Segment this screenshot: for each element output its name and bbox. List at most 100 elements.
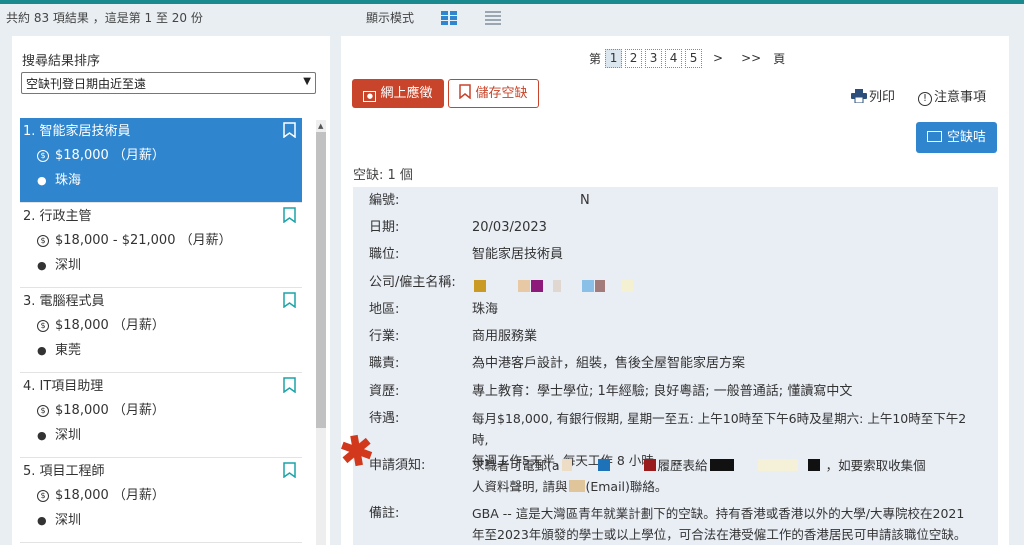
detail-value: N <box>472 190 982 211</box>
job-title: 5. 項目工程師 <box>23 464 105 479</box>
list-view-icon[interactable] <box>484 10 502 26</box>
detail-label: 公司/僱主名稱: <box>369 275 456 290</box>
detail-label: 職責: <box>369 356 400 371</box>
vacancy-card-button[interactable]: 空缺咭 <box>916 122 997 153</box>
application-line-1b: 履歷表給 <box>657 458 708 473</box>
job-salary: $ $18,000 （月薪） <box>23 145 299 170</box>
page-link[interactable]: 5 <box>685 48 703 68</box>
location-pin-icon: ● <box>37 344 47 357</box>
benefits-line-1: 每月$18,000, 有銀行假期, 星期一至五: 上午10時至下午6時及星期六:… <box>472 411 967 447</box>
detail-value: 智能家居技術員 <box>472 247 564 262</box>
results-toolbar: 共約 83 項結果 ，這是第 1 至 20 份 顯示模式 <box>0 4 1024 32</box>
job-location: ● 深圳 <box>23 425 299 450</box>
notice-button[interactable]: ! 注意事項 <box>918 86 986 106</box>
vacancy-count: 空缺: 1 個 <box>353 168 413 183</box>
detail-value: 求職者可電郵(a 履歷表給 ，如要索取收集個 人資料聲明, 請與 (Email)聯絡。 <box>472 455 982 497</box>
detail-value: 商用服務業 <box>472 329 538 344</box>
job-list-item[interactable]: 3. 電腦程式員 $ $18,000 （月薪） ● 東莞 <box>20 288 302 373</box>
job-title: 3. 電腦程式員 <box>23 294 105 309</box>
detail-label: 日期: <box>369 220 400 235</box>
dollar-icon: $ <box>37 150 49 162</box>
job-detail-table: 編號: N 日期: 20/03/2023 職位: 智能家居技術員 公司/僱主名稱… <box>353 187 998 545</box>
result-count: 共約 83 項結果 ，這是第 1 至 20 份 <box>6 11 203 25</box>
pagination: 第 1 2 3 4 5 > >> 頁 <box>585 48 789 68</box>
job-list: 1. 智能家居技術員 $ $18,000 （月薪） ● 珠海 2. 行政主管 $ $1… <box>20 118 302 543</box>
application-line-2a: 人資料聲明, 請與 <box>472 479 568 494</box>
job-location: ● 東莞 <box>23 340 299 365</box>
bookmark-outline-icon <box>459 84 472 100</box>
scrollbar-thumb[interactable] <box>316 132 326 428</box>
job-location: ● 珠海 <box>23 170 299 195</box>
job-salary-text: $18,000 （月薪） <box>55 318 165 333</box>
job-list-panel: 搜尋結果排序 空缺刊登日期由近至遠 ▼ 1. 智能家居技術員 $ $18,000 … <box>12 36 330 545</box>
page-link[interactable]: 3 <box>645 48 663 68</box>
last-page-link[interactable]: >> <box>741 51 761 65</box>
detail-label: 行業: <box>369 329 400 344</box>
detail-label: 申請須知: <box>369 458 426 473</box>
job-location-text: 深圳 <box>55 513 82 528</box>
page-link-current[interactable]: 1 <box>605 48 623 68</box>
id-value: N <box>580 193 590 208</box>
save-vacancy-label: 儲存空缺 <box>475 86 528 101</box>
job-salary-text: $18,000 - $21,000 （月薪） <box>55 233 232 248</box>
location-pin-icon: ● <box>37 259 47 272</box>
apply-online-button[interactable]: ● 網上應徵 <box>352 79 444 108</box>
application-line-2b: (Email)聯絡。 <box>585 479 668 494</box>
job-list-item[interactable]: 2. 行政主管 $ $18,000 - $21,000 （月薪） ● 深圳 <box>20 203 302 288</box>
chevron-down-icon: ▼ <box>303 76 311 87</box>
sort-selected-value: 空缺刊登日期由近至遠 <box>26 77 147 91</box>
vacancy-card-label: 空缺咭 <box>946 130 986 145</box>
application-line-1c: ，如要索取收集個 <box>825 458 926 473</box>
job-title: 2. 行政主管 <box>23 209 92 224</box>
job-salary: $ $18,000 （月薪） <box>23 400 299 425</box>
detail-value: 珠海 <box>472 302 499 317</box>
job-salary: $ $18,000 - $21,000 （月薪） <box>23 230 299 255</box>
bookmark-icon[interactable] <box>283 377 296 393</box>
bookmark-icon[interactable] <box>283 292 296 308</box>
detail-value: GBA -- 這是大灣區青年就業計劃下的空缺。持有香港或香港以外的大學/大專院校… <box>472 503 982 545</box>
detail-value: 為中港客戶設計，組裝，售後全屋智能家居方案 <box>472 356 746 371</box>
job-salary-text: $18,000 （月薪） <box>55 403 165 418</box>
bookmark-icon[interactable] <box>283 462 296 478</box>
detail-label: 資歷: <box>369 384 400 399</box>
dollar-icon: $ <box>37 235 49 247</box>
job-location-text: 深圳 <box>55 258 82 273</box>
printer-icon <box>851 89 867 104</box>
detail-value: 20/03/2023 <box>472 220 547 235</box>
page-link[interactable]: 4 <box>665 48 683 68</box>
job-salary-text: $18,000 （月薪） <box>55 488 165 503</box>
bookmark-icon[interactable] <box>283 122 296 138</box>
job-salary: $ $18,000 （月薪） <box>23 315 299 340</box>
bookmark-icon[interactable] <box>283 207 296 223</box>
dollar-icon: $ <box>37 320 49 332</box>
job-detail-panel: 第 1 2 3 4 5 > >> 頁 ● 網上應徵 儲存空缺 列印 ! 注意事項 空… <box>341 36 1009 545</box>
detail-label: 編號: <box>369 193 400 208</box>
job-list-item[interactable]: 5. 項目工程師 $ $18,000 （月薪） ● 深圳 <box>20 458 302 543</box>
application-line-1a: 求職者可電郵(a <box>472 458 560 473</box>
remarks-line-2: 年至2023年頒發的學士或以上學位，可合法在港受僱工作的香港居民可申請該職位空缺… <box>472 527 967 542</box>
job-salary-text: $18,000 （月薪） <box>55 148 165 163</box>
job-list-scrollbar[interactable]: ▲ <box>316 120 326 545</box>
redacted-company-value <box>472 277 982 298</box>
sort-select[interactable]: 空缺刊登日期由近至遠 ▼ <box>21 72 316 94</box>
dollar-icon: $ <box>37 490 49 502</box>
page-link[interactable]: 2 <box>625 48 643 68</box>
user-card-icon: ● <box>363 91 377 102</box>
pagination-suffix: 頁 <box>773 51 786 66</box>
detail-label: 待遇: <box>369 411 400 426</box>
print-button[interactable]: 列印 <box>851 86 895 105</box>
job-list-item[interactable]: 4. IT項目助理 $ $18,000 （月薪） ● 深圳 <box>20 373 302 458</box>
scroll-up-arrow-icon[interactable]: ▲ <box>318 122 323 130</box>
detail-label: 備註: <box>369 506 400 521</box>
grid-view-icon[interactable] <box>440 10 458 26</box>
next-page-link[interactable]: > <box>713 51 723 65</box>
save-vacancy-button[interactable]: 儲存空缺 <box>448 79 539 108</box>
dollar-icon: $ <box>37 405 49 417</box>
id-card-icon <box>926 131 942 142</box>
apply-online-label: 網上應徵 <box>380 86 433 101</box>
job-location: ● 深圳 <box>23 510 299 535</box>
display-mode-label: 顯示模式 <box>366 11 415 25</box>
notice-label: 注意事項 <box>934 90 987 105</box>
job-location-text: 東莞 <box>55 343 82 358</box>
job-list-item[interactable]: 1. 智能家居技術員 $ $18,000 （月薪） ● 珠海 <box>20 118 302 203</box>
